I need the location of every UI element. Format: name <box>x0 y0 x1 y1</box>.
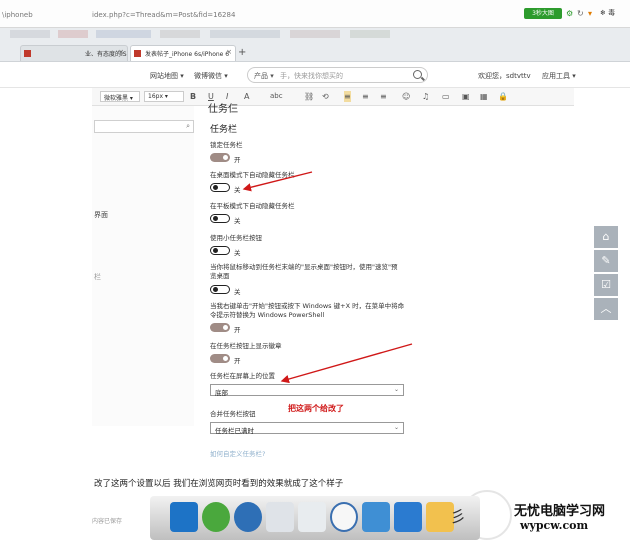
wing-logo-icon: 彡 <box>450 507 467 526</box>
recycle-bin-icon[interactable] <box>298 502 326 532</box>
taskbar-dock: 彡 <box>150 496 480 540</box>
screenshot-root: \iphoneb idex.php?c=Thread&m=Post&fid=16… <box>0 0 630 540</box>
picture-icon[interactable] <box>362 502 390 532</box>
site-brand-name: 无忧电脑学习网 <box>514 504 606 519</box>
site-brand-url: wypcw.com <box>520 519 589 532</box>
home-icon[interactable]: ⌂ <box>594 226 618 248</box>
clock-icon[interactable] <box>330 502 358 532</box>
app-icon-snowflake[interactable] <box>170 502 198 532</box>
vnc-icon[interactable] <box>394 502 422 532</box>
browser-icon[interactable] <box>202 502 230 532</box>
red-arrow <box>280 343 413 384</box>
red-arrow <box>242 171 313 192</box>
windows-start-icon[interactable] <box>234 502 262 532</box>
annotation-arrows <box>242 171 413 384</box>
edit-icon[interactable]: ✎ <box>594 250 618 272</box>
disc-icon[interactable] <box>266 502 294 532</box>
up-arrow-icon[interactable]: ︿ <box>594 298 618 320</box>
checklist-icon[interactable]: ☑ <box>594 274 618 296</box>
side-toolbar: ⌂ ✎ ☑ ︿ <box>594 226 618 322</box>
